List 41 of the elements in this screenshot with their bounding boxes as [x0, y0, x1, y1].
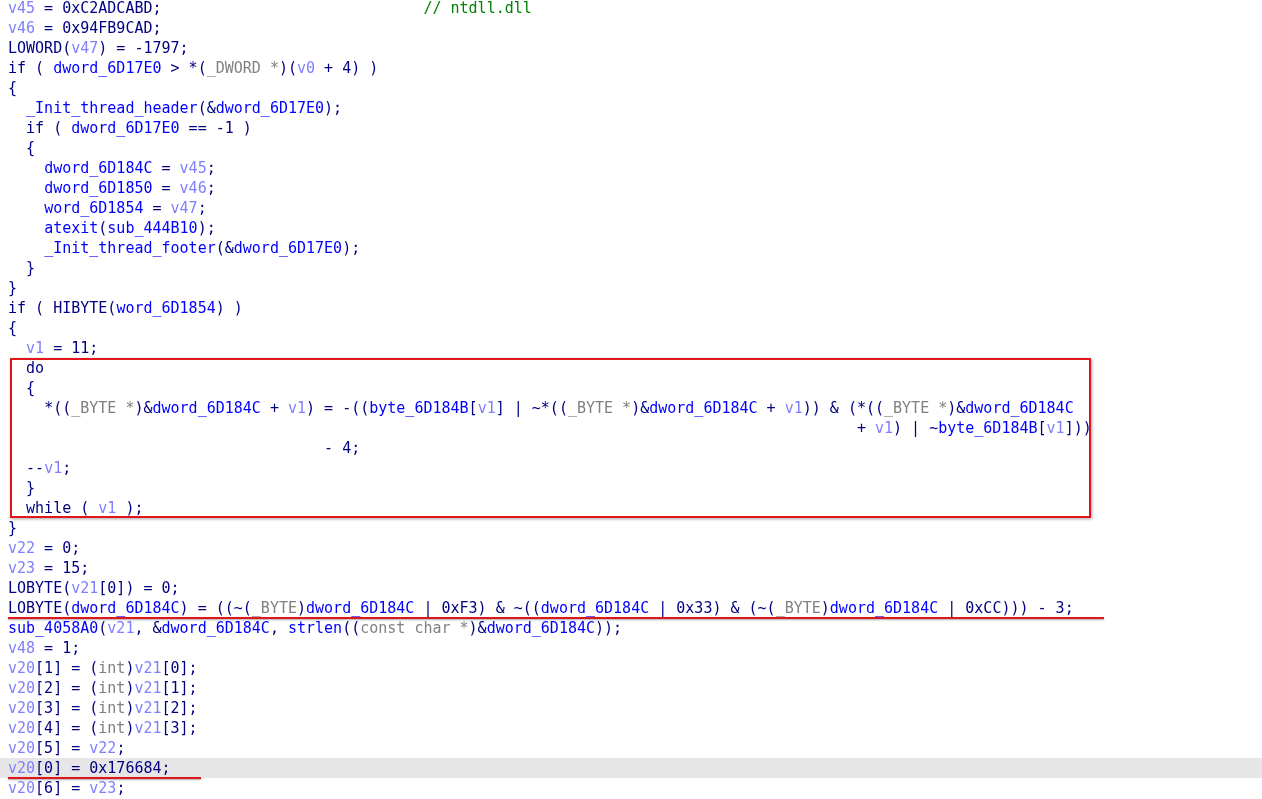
code-text: {	[8, 318, 18, 338]
code-text: LOBYTE(v21[0]) = 0;	[8, 578, 180, 598]
code-text: v20[2] = (int)v21[1];	[8, 678, 198, 698]
code-text: if ( dword_6D17E0 > *(_DWORD *)(v0 + 4) )	[8, 58, 379, 78]
code-text: do	[26, 358, 45, 378]
code-text: v20[5] = v22;	[8, 738, 126, 758]
code-text: v20[1] = (int)v21[0];	[8, 658, 198, 678]
code-text: _Init_thread_footer(&dword_6D17E0);	[44, 238, 361, 258]
code-text: v1 = 11;	[26, 338, 99, 358]
code-text: {	[26, 378, 36, 398]
code-text: v23 = 15;	[8, 558, 90, 578]
code-row[interactable]: v20[0] = 0x176684;	[0, 758, 1262, 778]
code-text: v45 = 0xC2ADCABD; // ntdll.dll	[8, 0, 532, 18]
code-text: {	[26, 138, 36, 158]
code-text: LOWORD(v47) = -1797;	[8, 38, 189, 58]
code-text: --v1;	[26, 458, 72, 478]
code-text: dword_6D1850 = v46;	[44, 178, 216, 198]
code-text: atexit(sub_444B10);	[44, 218, 216, 238]
code-text: {	[8, 78, 18, 98]
code-text: sub_4058A0(v21, &dword_6D184C, strlen((const char *)&dword_6D184C));	[8, 618, 623, 638]
code-text: v20[0] = 0x176684;	[8, 758, 171, 778]
code-text: v48 = 1;	[8, 638, 81, 658]
code-text: v46 = 0x94FB9CAD;	[8, 18, 162, 38]
code-text: }	[26, 478, 36, 498]
code-text: dword_6D184C = v45;	[44, 158, 216, 178]
code-text: v22 = 0;	[8, 538, 81, 558]
code-text: v20[3] = (int)v21[2];	[8, 698, 198, 718]
code-text: if ( dword_6D17E0 == -1 )	[26, 118, 252, 138]
code-text: - 4;	[324, 438, 361, 458]
code-text: }	[8, 278, 18, 298]
code-text: *((_BYTE *)&dword_6D184C + v1) = -((byte_6D184B[v1] | ~*((_BYTE *)&dword_6D184C + v1)) & (*((_BYTE *)&dword_6D184C	[44, 398, 1074, 418]
code-text: if ( HIBYTE(word_6D1854) )	[8, 298, 243, 318]
code-text: word_6D1854 = v47;	[44, 198, 207, 218]
code-text: }	[8, 518, 18, 538]
code-text: while ( v1 );	[26, 498, 144, 518]
code-text: }	[26, 258, 36, 278]
code-text: v20[6] = v23;	[8, 778, 126, 798]
code-text: _Init_thread_header(&dword_6D17E0);	[26, 98, 343, 118]
code-text: LOBYTE(dword_6D184C) = ((~(_BYTE)dword_6D184C | 0xF3) & ~((dword_6D184C | 0x33) & (~(_BYTE)dword_6D184C | 0xCC))) - 3;	[8, 598, 1074, 618]
code-text: + v1) | ~byte_6D184B[v1]))	[856, 418, 1092, 438]
code-text: v20[4] = (int)v21[3];	[8, 718, 198, 738]
